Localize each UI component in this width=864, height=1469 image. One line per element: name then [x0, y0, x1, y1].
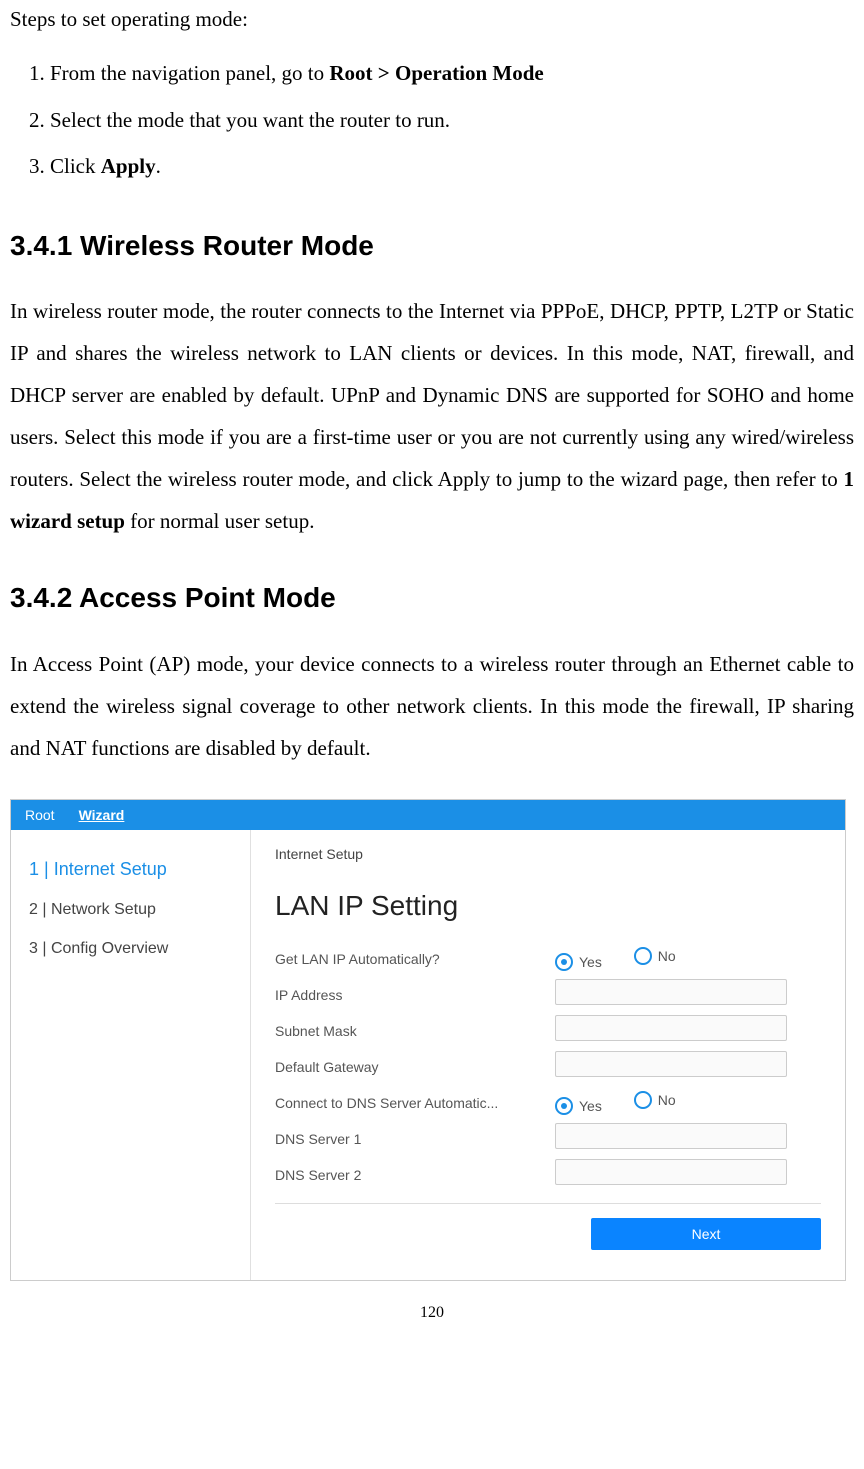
row-default-gateway: Default Gateway	[275, 1049, 821, 1085]
next-button[interactable]: Next	[591, 1218, 821, 1250]
divider	[275, 1203, 821, 1204]
row-subnet-mask: Subnet Mask	[275, 1013, 821, 1049]
step-3-bold: Apply	[101, 154, 156, 178]
radio-no-label: No	[658, 946, 676, 966]
step-3-pre: Click	[50, 154, 101, 178]
step-2: Select the mode that you want the router…	[50, 97, 854, 143]
lbl-default-gateway: Default Gateway	[275, 1057, 555, 1077]
input-ip-address[interactable]	[555, 979, 787, 1005]
step-1-bold: Root > Operation Mode	[329, 61, 543, 85]
input-subnet-mask[interactable]	[555, 1015, 787, 1041]
p341-b: for normal user setup.	[125, 509, 315, 533]
input-default-gateway[interactable]	[555, 1051, 787, 1077]
input-dns1[interactable]	[555, 1123, 787, 1149]
row-get-lan-ip: Get LAN IP Automatically? Yes No	[275, 941, 821, 977]
p341-a: In wireless router mode, the router conn…	[10, 299, 854, 491]
wizard-sidebar: 1 | Internet Setup 2 | Network Setup 3 |…	[11, 830, 251, 1280]
tab-internet-setup: Internet Setup	[275, 840, 821, 874]
row-dns2: DNS Server 2	[275, 1157, 821, 1193]
input-dns2[interactable]	[555, 1159, 787, 1185]
step-2-pre: Select the mode that you want the router…	[50, 108, 450, 132]
radio-lanip-yes[interactable]: Yes	[555, 952, 602, 972]
radio-dot-icon	[555, 1097, 573, 1115]
radio-dot-icon	[634, 947, 652, 965]
sidebar-step-2[interactable]: 2 | Network Setup	[29, 890, 232, 929]
sidebar-step-3[interactable]: 3 | Config Overview	[29, 929, 232, 968]
steps-list: From the navigation panel, go to Root > …	[10, 50, 854, 189]
radio-dot-icon	[634, 1091, 652, 1109]
breadcrumb-bar: Root Wizard	[11, 800, 845, 830]
crumb-wizard[interactable]: Wizard	[79, 805, 125, 825]
panel-title: LAN IP Setting	[275, 886, 821, 927]
lbl-dns-auto: Connect to DNS Server Automatic...	[275, 1093, 555, 1113]
row-ip-address: IP Address	[275, 977, 821, 1013]
heading-341: 3.4.1 Wireless Router Mode	[10, 226, 854, 267]
step-1-pre: From the navigation panel, go to	[50, 61, 329, 85]
intro-text: Steps to set operating mode:	[10, 4, 854, 34]
radio-yes-label: Yes	[579, 1096, 602, 1116]
radio-dot-icon	[555, 953, 573, 971]
row-dns-auto: Connect to DNS Server Automatic... Yes N…	[275, 1085, 821, 1121]
heading-342: 3.4.2 Access Point Mode	[10, 578, 854, 619]
step-3-post: .	[156, 154, 161, 178]
radio-lanip-no[interactable]: No	[634, 946, 676, 966]
radio-dns-yes[interactable]: Yes	[555, 1096, 602, 1116]
lbl-dns2: DNS Server 2	[275, 1165, 555, 1185]
paragraph-342: In Access Point (AP) mode, your device c…	[10, 643, 854, 769]
lbl-dns1: DNS Server 1	[275, 1129, 555, 1149]
radio-no-label: No	[658, 1090, 676, 1110]
wizard-main: Internet Setup LAN IP Setting Get LAN IP…	[251, 830, 845, 1280]
wizard-screenshot: Root Wizard 1 | Internet Setup 2 | Netwo…	[10, 799, 846, 1281]
lbl-ip-address: IP Address	[275, 985, 555, 1005]
radio-yes-label: Yes	[579, 952, 602, 972]
crumb-root[interactable]: Root	[25, 805, 55, 825]
page-number: 120	[10, 1301, 854, 1324]
step-3: Click Apply.	[50, 143, 854, 189]
lbl-get-lan-ip: Get LAN IP Automatically?	[275, 949, 555, 969]
lbl-subnet-mask: Subnet Mask	[275, 1021, 555, 1041]
radio-dns-no[interactable]: No	[634, 1090, 676, 1110]
row-dns1: DNS Server 1	[275, 1121, 821, 1157]
paragraph-341: In wireless router mode, the router conn…	[10, 290, 854, 542]
step-1: From the navigation panel, go to Root > …	[50, 50, 854, 96]
sidebar-step-1[interactable]: 1 | Internet Setup	[29, 848, 232, 890]
